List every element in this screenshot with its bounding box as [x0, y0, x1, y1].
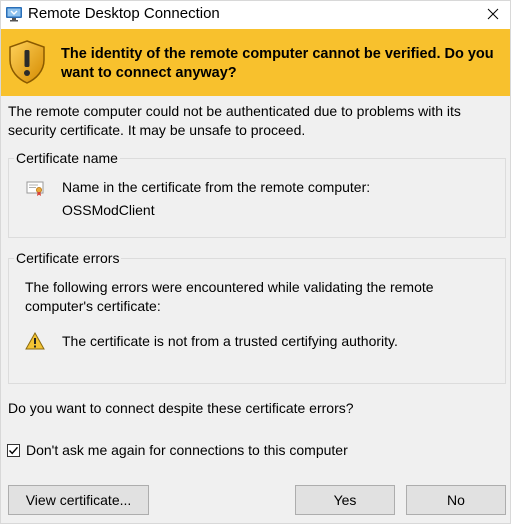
- certificate-name-group: Certificate name Name in the certificate…: [8, 149, 506, 238]
- group-title-certificate-errors: Certificate errors: [14, 249, 122, 267]
- errors-description: The following errors were encountered wh…: [25, 279, 434, 314]
- title-bar[interactable]: Remote Desktop Connection: [1, 1, 510, 29]
- dialog-window: Remote Desktop Connection The identity o…: [0, 0, 511, 524]
- no-button[interactable]: No: [406, 485, 506, 515]
- group-title-certificate-name: Certificate name: [14, 149, 120, 167]
- certificate-icon: [26, 179, 44, 197]
- error-item: The certificate is not from a trusted ce…: [62, 333, 398, 349]
- window-title: Remote Desktop Connection: [28, 5, 220, 22]
- view-certificate-button[interactable]: View certificate...: [8, 485, 149, 515]
- dont-ask-checkbox[interactable]: [7, 443, 20, 457]
- banner-message: The identity of the remote computer cann…: [61, 46, 494, 81]
- certificate-name-label: Name in the certificate from the remote …: [62, 179, 371, 195]
- dont-ask-label[interactable]: Don't ask me again for connections to th…: [26, 442, 348, 458]
- warning-banner: The identity of the remote computer cann…: [1, 29, 510, 96]
- certificate-errors-group: Certificate errors The following errors …: [8, 249, 506, 384]
- certificate-name-value: OSSModClient: [62, 202, 155, 218]
- dont-ask-checkbox-row[interactable]: Don't ask me again for connections to th…: [7, 441, 348, 459]
- intro-text: The remote computer could not be authent…: [8, 103, 461, 138]
- warning-icon: [25, 331, 45, 350]
- yes-button[interactable]: Yes: [295, 485, 395, 515]
- close-icon: [487, 7, 499, 23]
- remote-desktop-icon: [5, 5, 23, 23]
- close-button[interactable]: [476, 1, 510, 29]
- warning-shield-icon: [8, 40, 46, 84]
- question-text: Do you want to connect despite these cer…: [8, 400, 354, 416]
